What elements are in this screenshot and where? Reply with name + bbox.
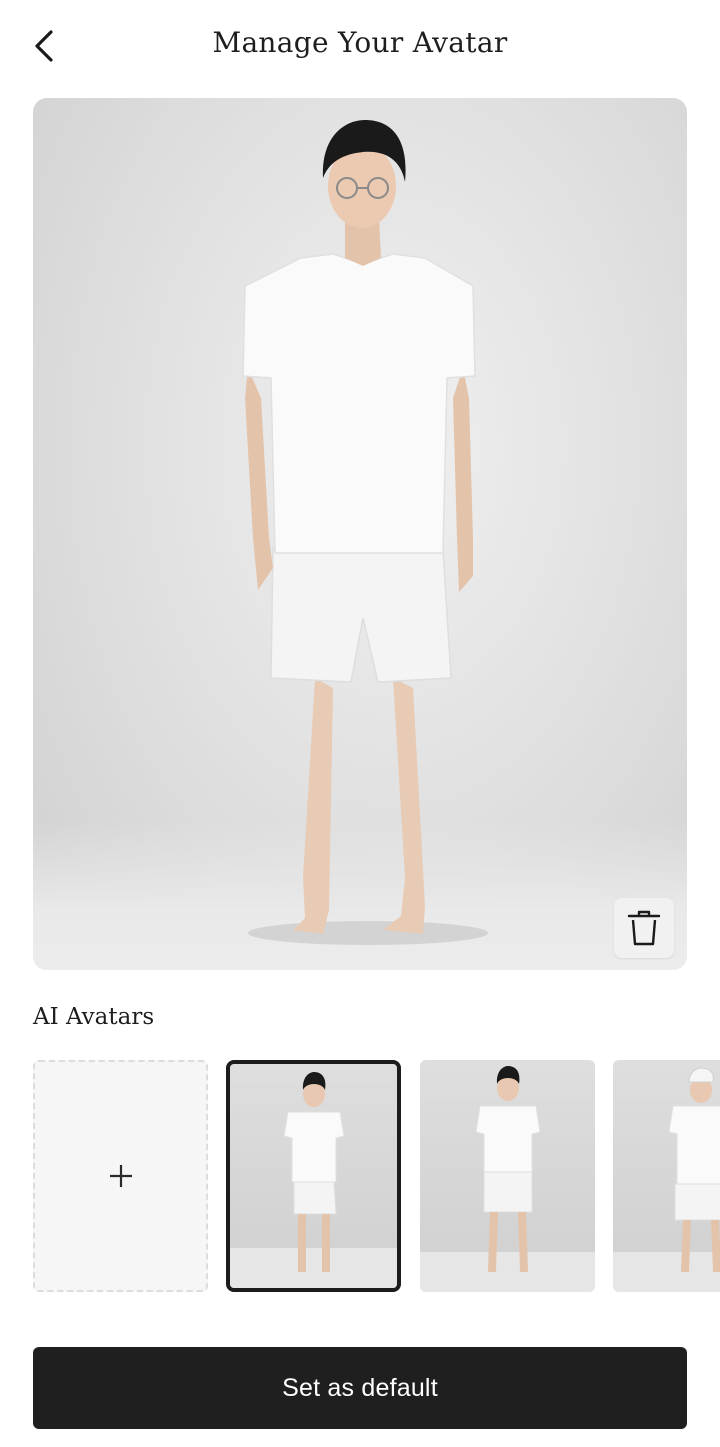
manage-avatar-screen: Manage Your Avatar AI Avatars Set as def…: [0, 0, 720, 1447]
ai-avatars-list[interactable]: [0, 1060, 720, 1294]
page-title: Manage Your Avatar: [212, 26, 508, 59]
avatar-thumbnail-image: [475, 1066, 541, 1272]
avatar-thumbnail[interactable]: [613, 1060, 720, 1292]
set-as-default-button[interactable]: Set as default: [33, 1347, 687, 1429]
delete-avatar-button[interactable]: [614, 898, 674, 958]
avatar-thumbnail[interactable]: [420, 1060, 595, 1292]
header: Manage Your Avatar: [0, 0, 720, 96]
add-avatar-button[interactable]: [33, 1060, 208, 1292]
trash-icon: [627, 910, 661, 946]
ai-avatars-label: AI Avatars: [33, 1004, 155, 1030]
avatar-thumbnail-image: [668, 1067, 720, 1272]
avatar-thumbnail-selected[interactable]: [226, 1060, 401, 1292]
avatar-thumbnail-image: [283, 1072, 345, 1272]
plus-icon: [109, 1165, 132, 1187]
avatar-preview: [33, 98, 687, 970]
avatar-full-body-image: [242, 120, 488, 945]
